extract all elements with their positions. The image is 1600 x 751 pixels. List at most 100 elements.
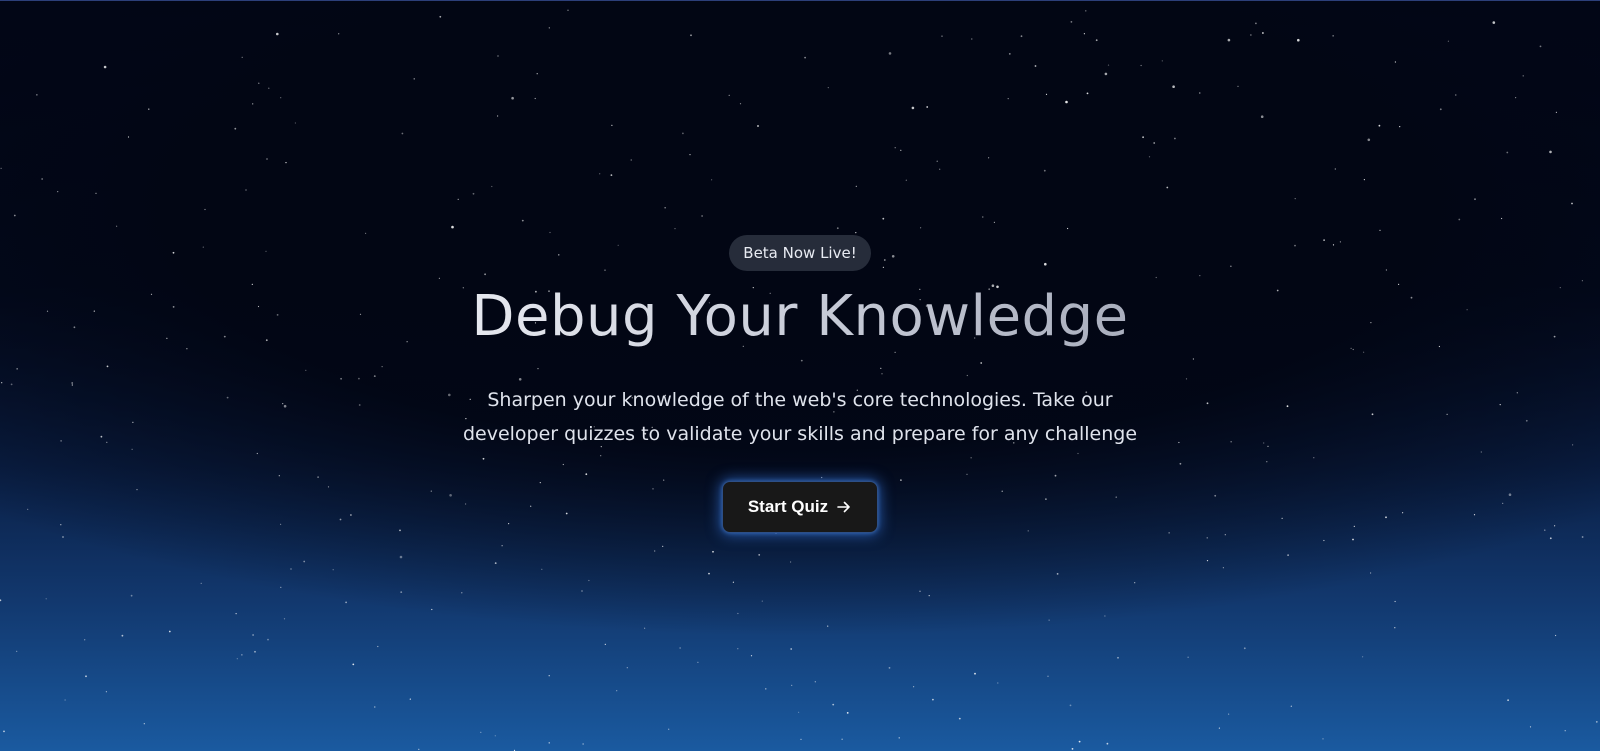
star [958, 717, 961, 720]
star [130, 594, 133, 597]
star [439, 15, 442, 18]
star [480, 731, 482, 733]
star [280, 586, 282, 589]
star [267, 638, 269, 641]
star [1104, 72, 1108, 76]
star [790, 561, 792, 563]
star [737, 612, 739, 615]
star [1332, 35, 1334, 37]
star [3, 730, 5, 733]
star [1104, 615, 1106, 617]
star [997, 682, 999, 684]
star [1322, 738, 1324, 740]
star [127, 136, 130, 138]
star [1379, 229, 1381, 231]
star [827, 625, 829, 627]
star [95, 192, 97, 194]
star [1506, 151, 1509, 154]
star [1043, 169, 1046, 172]
star [882, 217, 885, 220]
star [45, 598, 47, 600]
star [103, 65, 107, 69]
star [855, 232, 857, 234]
beta-badge: Beta Now Live! [729, 235, 871, 271]
star [235, 613, 237, 615]
star [548, 675, 550, 677]
star [697, 661, 699, 663]
star [982, 216, 984, 218]
star [1555, 634, 1557, 637]
star [16, 650, 18, 653]
star [1352, 538, 1354, 541]
star [701, 215, 703, 217]
star [708, 572, 710, 575]
star [1367, 138, 1371, 142]
star [276, 32, 279, 36]
star [1071, 748, 1074, 750]
star [268, 87, 270, 89]
star [1378, 124, 1381, 127]
star [1172, 85, 1175, 88]
star [1255, 22, 1257, 25]
start-quiz-button[interactable]: Start Quiz [722, 481, 878, 533]
star [1065, 100, 1068, 104]
star [664, 207, 666, 209]
star [1492, 21, 1496, 24]
star [1008, 53, 1011, 55]
star [399, 555, 403, 559]
star [1394, 61, 1396, 63]
star [616, 690, 618, 692]
star [168, 630, 171, 633]
star [679, 647, 681, 649]
star [241, 56, 243, 58]
star [234, 127, 237, 130]
star [491, 185, 493, 188]
star [1048, 619, 1050, 621]
star [1297, 38, 1300, 42]
star [836, 227, 839, 230]
star [888, 667, 891, 669]
star [610, 174, 613, 177]
star [588, 579, 590, 582]
star [1399, 126, 1401, 128]
star [280, 97, 282, 99]
star [204, 208, 206, 211]
star [1070, 21, 1073, 23]
star [841, 738, 843, 740]
star [939, 168, 941, 170]
star [501, 545, 503, 547]
star [1020, 35, 1023, 38]
star [1174, 137, 1176, 140]
star [1507, 699, 1509, 702]
star [1034, 65, 1037, 67]
star [919, 590, 921, 592]
star [682, 132, 684, 135]
star [626, 667, 628, 669]
star [1045, 93, 1048, 95]
star [245, 189, 247, 191]
star [761, 600, 763, 602]
hero-content: Beta Now Live! Debug Your Knowledge Shar… [0, 235, 1600, 533]
star [913, 686, 915, 688]
star [497, 55, 499, 57]
star [400, 591, 403, 593]
star [534, 97, 536, 100]
star [739, 103, 742, 105]
star [13, 214, 16, 217]
star [413, 78, 415, 80]
star [148, 108, 150, 110]
start-quiz-label: Start Quiz [747, 497, 829, 516]
star [928, 595, 930, 597]
star [993, 221, 996, 223]
star [1294, 198, 1296, 200]
star [1206, 537, 1208, 539]
star [1458, 218, 1461, 221]
star [1237, 85, 1239, 87]
star [1260, 115, 1264, 118]
star [974, 672, 976, 675]
star [654, 550, 656, 552]
star [541, 568, 543, 570]
star [1539, 45, 1542, 48]
star [548, 742, 550, 744]
star [732, 581, 735, 583]
